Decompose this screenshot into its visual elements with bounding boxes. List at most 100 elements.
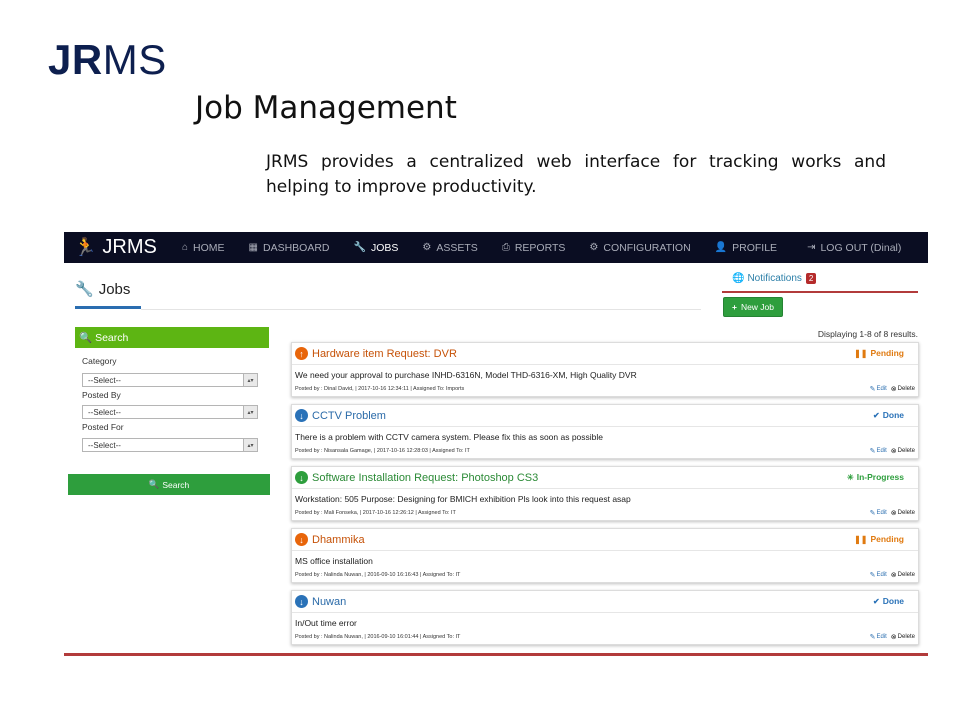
wrench-icon: 🔧 (75, 281, 94, 298)
nav-reports-label: REPORTS (514, 241, 566, 254)
nav-profile-label: PROFILE (732, 241, 778, 254)
edit-icon: ✎ (869, 634, 876, 641)
job-description: We need your approval to purchase INHD-6… (295, 370, 637, 380)
nav-assets-label: ASSETS (436, 241, 478, 254)
brand-link[interactable]: 🏃 JRMS (64, 236, 174, 259)
dashboard-icon: ▦ (248, 242, 258, 253)
check-circle-icon: ✔ (873, 410, 880, 420)
nav-home[interactable]: ⌂ HOME (182, 242, 225, 254)
nav-logout[interactable]: ⇥ LOG OUT (Dinal) (807, 242, 901, 254)
job-meta: Posted by : Nisansala Gamage, | 2017-10-… (295, 448, 470, 454)
delete-icon: ⊗ (890, 448, 897, 455)
posted-for-select-value: --Select-- (88, 440, 121, 450)
delete-link[interactable]: ⊗ Delete (891, 385, 915, 393)
posted-for-select[interactable]: --Select-- ▴▾ (82, 438, 258, 452)
new-job-button[interactable]: + New Job (723, 297, 783, 317)
nav-jobs-label: JOBS (370, 241, 399, 254)
results-count: Displaying 1-8 of 8 results. (817, 329, 918, 339)
edit-icon: ✎ (869, 448, 876, 455)
status-text: Done (882, 596, 904, 606)
slide-heading: Job Management (195, 90, 457, 126)
job-card: ↓ Software Installation Request: Photosho… (291, 466, 919, 521)
job-list: ↑ Hardware item Request: DVR ❚❚ Pending We… (291, 342, 919, 652)
arrow-down-circle-icon: ↓ (295, 471, 308, 484)
delete-label: Delete (897, 510, 915, 516)
chevron-down-icon: ▴▾ (243, 439, 257, 451)
delete-link[interactable]: ⊗ Delete (891, 571, 915, 579)
job-card: ↓ CCTV Problem ✔ Done There is a problem w… (291, 404, 919, 459)
edit-link[interactable]: ✎ Edit (870, 447, 887, 455)
job-card: ↑ Hardware item Request: DVR ❚❚ Pending We… (291, 342, 919, 397)
chevron-down-icon: ▴▾ (243, 406, 257, 418)
delete-link[interactable]: ⊗ Delete (891, 509, 915, 517)
edit-link[interactable]: ✎ Edit (870, 633, 887, 641)
navbar: 🏃 JRMS ⌂ HOME ▦ DASHBOARD 🔧 JOBS ⚙ ASSETS ⎙ R… (64, 232, 928, 263)
globe-icon: 🌐 (732, 273, 745, 284)
posted-by-select[interactable]: --Select-- ▴▾ (82, 405, 258, 419)
gears-icon: ⚙ (589, 242, 599, 253)
logo-bold: JR (48, 36, 103, 83)
status-badge: ✳ In-Progress (847, 472, 904, 482)
edit-link[interactable]: ✎ Edit (870, 571, 887, 579)
job-title-link[interactable]: Hardware item Request: DVR (312, 348, 457, 360)
delete-icon: ⊗ (890, 634, 897, 641)
job-description: There is a problem with CCTV camera syst… (295, 432, 604, 442)
notifications-underline (722, 291, 918, 293)
delete-label: Delete (897, 634, 915, 640)
pause-icon: ❚❚ (854, 534, 868, 544)
posted-by-label: Posted By (82, 390, 121, 400)
delete-link[interactable]: ⊗ Delete (891, 447, 915, 455)
delete-icon: ⊗ (890, 572, 897, 579)
job-meta: Posted by : Mali Fonseka, | 2017-10-16 1… (295, 510, 456, 516)
edit-label: Edit (876, 634, 887, 640)
wrench-icon: 🔧 (353, 242, 366, 253)
assets-icon: ⚙ (422, 242, 432, 253)
notifications-tab[interactable]: 🌐 Notifications 2 (732, 273, 817, 284)
job-title-link[interactable]: Dhammika (312, 534, 365, 546)
job-title-link[interactable]: CCTV Problem (312, 410, 386, 422)
nav-jobs[interactable]: 🔧 JOBS (354, 242, 399, 254)
title-divider (141, 309, 701, 310)
runner-icon: 🏃 (74, 237, 97, 257)
search-button-label: Search (162, 479, 190, 490)
job-title-link[interactable]: Nuwan (312, 596, 346, 608)
arrow-down-circle-icon: ↓ (295, 409, 308, 422)
category-select[interactable]: --Select-- ▴▾ (82, 373, 258, 387)
nav-profile[interactable]: 👤 PROFILE (715, 242, 777, 254)
nav-home-label: HOME (193, 241, 225, 254)
job-title-link[interactable]: Software Installation Request: Photoshop… (312, 472, 538, 484)
delete-label: Delete (897, 448, 915, 454)
search-panel-header: 🔍 Search (75, 327, 269, 348)
page-title: 🔧 Jobs (75, 280, 130, 299)
job-meta: Posted by : Dinal David, | 2017-10-16 12… (295, 386, 465, 392)
status-text: Pending (870, 348, 904, 358)
nav-configuration-label: CONFIGURATION (603, 241, 691, 254)
chevron-down-icon: ▴▾ (243, 374, 257, 386)
edit-link[interactable]: ✎ Edit (870, 509, 887, 517)
nav-dashboard[interactable]: ▦ DASHBOARD (249, 242, 330, 254)
nav-configuration[interactable]: ⚙ CONFIGURATION (589, 242, 690, 254)
delete-label: Delete (897, 572, 915, 578)
job-card: ↓ Nuwan ✔ Done In/Out time error Posted by… (291, 590, 919, 645)
search-button[interactable]: 🔍 Search (68, 474, 270, 495)
app-screenshot: 🏃 JRMS ⌂ HOME ▦ DASHBOARD 🔧 JOBS ⚙ ASSETS ⎙ R… (64, 232, 928, 656)
edit-link[interactable]: ✎ Edit (870, 385, 887, 393)
delete-link[interactable]: ⊗ Delete (891, 633, 915, 641)
new-job-label: New Job (740, 302, 775, 312)
status-badge: ❚❚ Pending (854, 534, 904, 544)
delete-icon: ⊗ (890, 386, 897, 393)
plus-icon: + (731, 302, 737, 312)
logo-thin: MS (102, 36, 167, 83)
status-badge: ✔ Done (873, 596, 904, 606)
search-icon: 🔍 (79, 332, 93, 344)
nav-reports[interactable]: ⎙ REPORTS (502, 242, 566, 254)
category-select-value: --Select-- (88, 375, 121, 385)
nav-assets[interactable]: ⚙ ASSETS (422, 242, 477, 254)
status-text: Pending (870, 534, 904, 544)
job-description: MS office installation (295, 556, 373, 566)
user-icon: 👤 (714, 242, 728, 253)
posted-by-select-value: --Select-- (88, 407, 121, 417)
slide-description: JRMS provides a centralized web interfac… (266, 152, 886, 197)
title-underline (75, 306, 141, 309)
search-icon: 🔍 (148, 479, 160, 489)
